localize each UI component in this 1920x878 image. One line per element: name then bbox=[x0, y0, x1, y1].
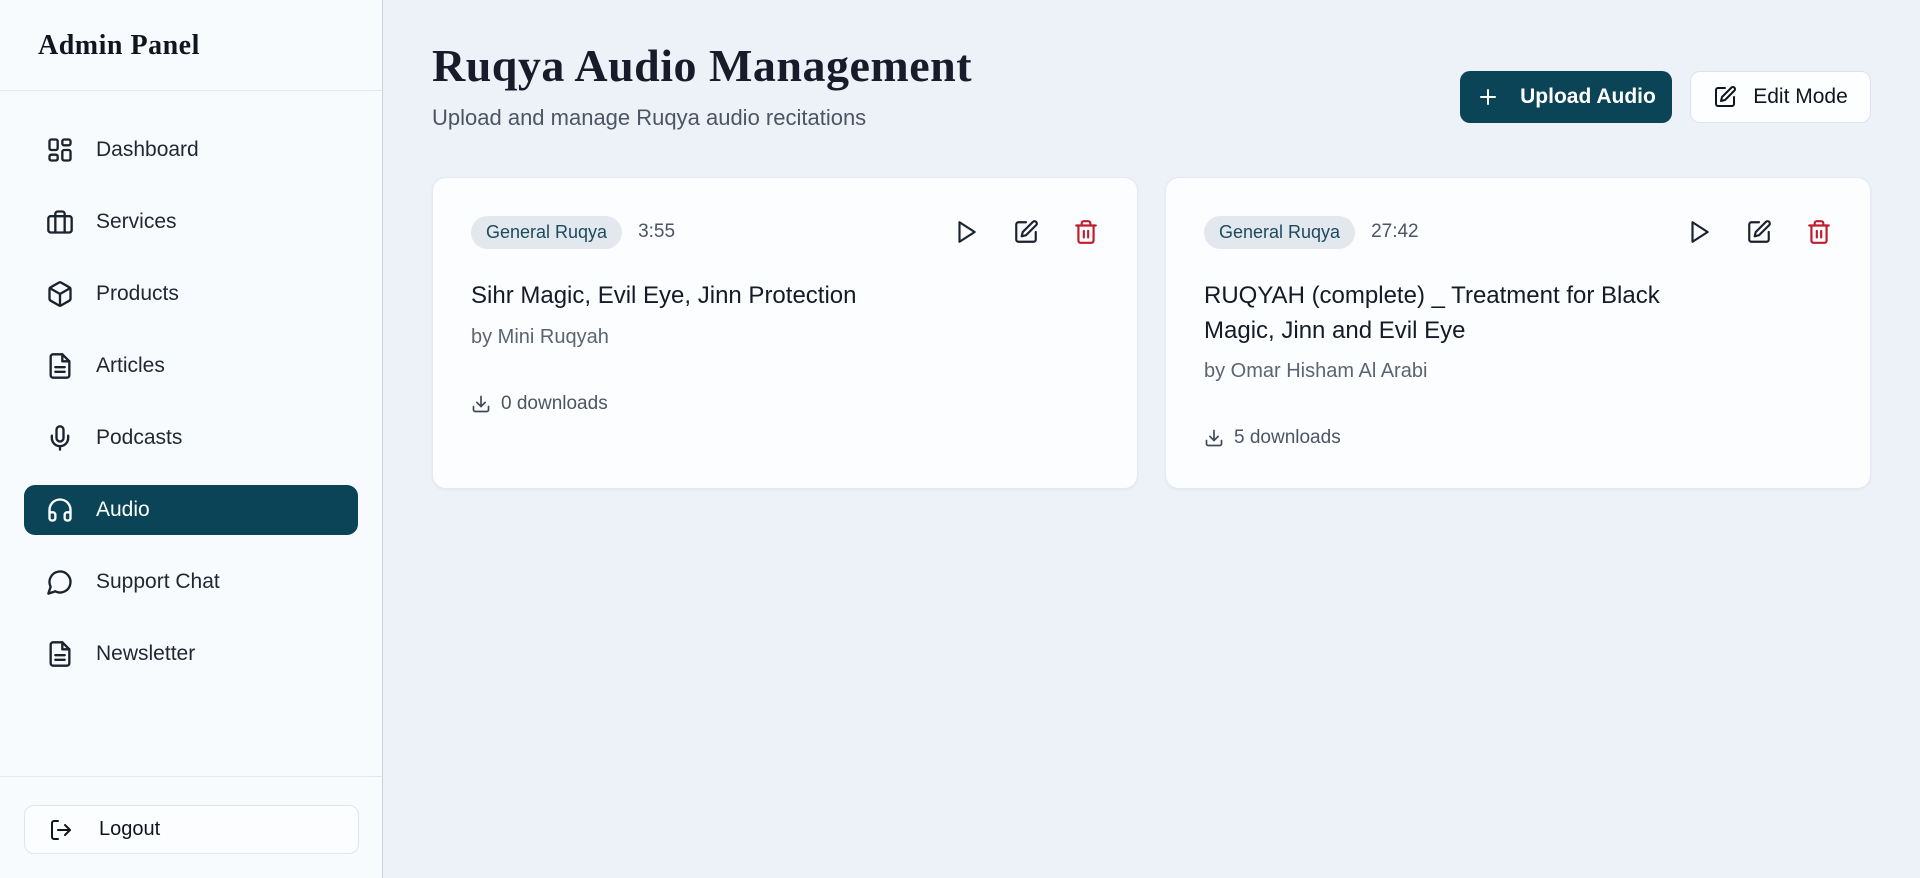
microphone-icon bbox=[46, 424, 74, 452]
play-button[interactable] bbox=[953, 219, 979, 245]
downloads-row: 5 downloads bbox=[1204, 427, 1832, 449]
edit-icon bbox=[1013, 219, 1039, 245]
play-icon bbox=[1686, 219, 1712, 245]
sidebar-item-label: Support Chat bbox=[96, 570, 220, 594]
sidebar-item-services[interactable]: Services bbox=[24, 197, 358, 247]
card-header-row: General Ruqya 3:55 bbox=[471, 216, 1099, 249]
page-header-text: Ruqya Audio Management Upload and manage… bbox=[432, 40, 972, 131]
main-content: Ruqya Audio Management Upload and manage… bbox=[383, 0, 1920, 878]
sidebar: Admin Panel Dashboard Services Products bbox=[0, 0, 383, 878]
sidebar-item-label: Dashboard bbox=[96, 138, 199, 162]
trash-icon bbox=[1073, 219, 1099, 245]
sidebar-item-label: Products bbox=[96, 282, 179, 306]
sidebar-footer: Logout bbox=[0, 776, 382, 878]
sidebar-item-label: Newsletter bbox=[96, 642, 195, 666]
duration-label: 27:42 bbox=[1371, 221, 1419, 243]
edit-button[interactable] bbox=[1746, 219, 1772, 245]
card-header-row: General Ruqya 27:42 bbox=[1204, 216, 1832, 249]
upload-audio-label: Upload Audio bbox=[1520, 85, 1656, 109]
download-icon bbox=[1204, 428, 1224, 448]
chat-bubble-icon bbox=[46, 568, 74, 596]
app-title: Admin Panel bbox=[38, 30, 344, 62]
edit-icon bbox=[1713, 85, 1737, 109]
page-subtitle: Upload and manage Ruqya audio recitation… bbox=[432, 105, 972, 131]
audio-card: General Ruqya 27:42 bbox=[1165, 177, 1871, 489]
card-actions bbox=[1686, 219, 1832, 245]
edit-mode-label: Edit Mode bbox=[1753, 85, 1848, 109]
sidebar-item-label: Articles bbox=[96, 354, 165, 378]
category-badge: General Ruqya bbox=[1204, 216, 1355, 249]
sidebar-item-dashboard[interactable]: Dashboard bbox=[24, 125, 358, 175]
edit-button[interactable] bbox=[1013, 219, 1039, 245]
sidebar-item-articles[interactable]: Articles bbox=[24, 341, 358, 391]
play-icon bbox=[953, 219, 979, 245]
edit-mode-button[interactable]: Edit Mode bbox=[1690, 71, 1871, 123]
header-actions: Upload Audio Edit Mode bbox=[1460, 71, 1871, 123]
upload-audio-button[interactable]: Upload Audio bbox=[1460, 71, 1672, 123]
audio-card-grid: General Ruqya 3:55 bbox=[432, 177, 1871, 489]
sidebar-item-label: Podcasts bbox=[96, 426, 182, 450]
headphones-icon bbox=[46, 496, 74, 524]
audio-card: General Ruqya 3:55 bbox=[432, 177, 1138, 489]
sidebar-item-products[interactable]: Products bbox=[24, 269, 358, 319]
audio-title: RUQYAH (complete) _ Treatment for Black … bbox=[1204, 279, 1684, 349]
sidebar-item-podcasts[interactable]: Podcasts bbox=[24, 413, 358, 463]
sidebar-item-label: Audio bbox=[96, 498, 150, 522]
logout-label: Logout bbox=[99, 818, 160, 841]
sidebar-nav: Dashboard Services Products Articles Pod bbox=[0, 91, 382, 776]
page-title: Ruqya Audio Management bbox=[432, 40, 972, 93]
card-actions bbox=[953, 219, 1099, 245]
logout-icon bbox=[49, 818, 73, 842]
sidebar-item-label: Services bbox=[96, 210, 177, 234]
audio-author: by Mini Ruqyah bbox=[471, 326, 1099, 349]
sidebar-item-newsletter[interactable]: Newsletter bbox=[24, 629, 358, 679]
dashboard-grid-icon bbox=[46, 136, 74, 164]
file-text-icon bbox=[46, 640, 74, 668]
sidebar-item-audio[interactable]: Audio bbox=[24, 485, 358, 535]
sidebar-header: Admin Panel bbox=[0, 0, 382, 91]
downloads-count: 5 downloads bbox=[1234, 427, 1341, 449]
downloads-row: 0 downloads bbox=[471, 393, 1099, 415]
audio-author: by Omar Hisham Al Arabi bbox=[1204, 360, 1832, 383]
audio-title: Sihr Magic, Evil Eye, Jinn Protection bbox=[471, 279, 951, 314]
downloads-count: 0 downloads bbox=[501, 393, 608, 415]
briefcase-icon bbox=[46, 208, 74, 236]
sidebar-item-support-chat[interactable]: Support Chat bbox=[24, 557, 358, 607]
trash-icon bbox=[1806, 219, 1832, 245]
play-button[interactable] bbox=[1686, 219, 1712, 245]
category-badge: General Ruqya bbox=[471, 216, 622, 249]
download-icon bbox=[471, 394, 491, 414]
duration-label: 3:55 bbox=[638, 221, 675, 243]
page-header: Ruqya Audio Management Upload and manage… bbox=[432, 40, 1871, 131]
plus-icon bbox=[1476, 85, 1500, 109]
delete-button[interactable] bbox=[1073, 219, 1099, 245]
edit-icon bbox=[1746, 219, 1772, 245]
logout-button[interactable]: Logout bbox=[24, 805, 359, 854]
file-text-icon bbox=[46, 352, 74, 380]
delete-button[interactable] bbox=[1806, 219, 1832, 245]
package-icon bbox=[46, 280, 74, 308]
